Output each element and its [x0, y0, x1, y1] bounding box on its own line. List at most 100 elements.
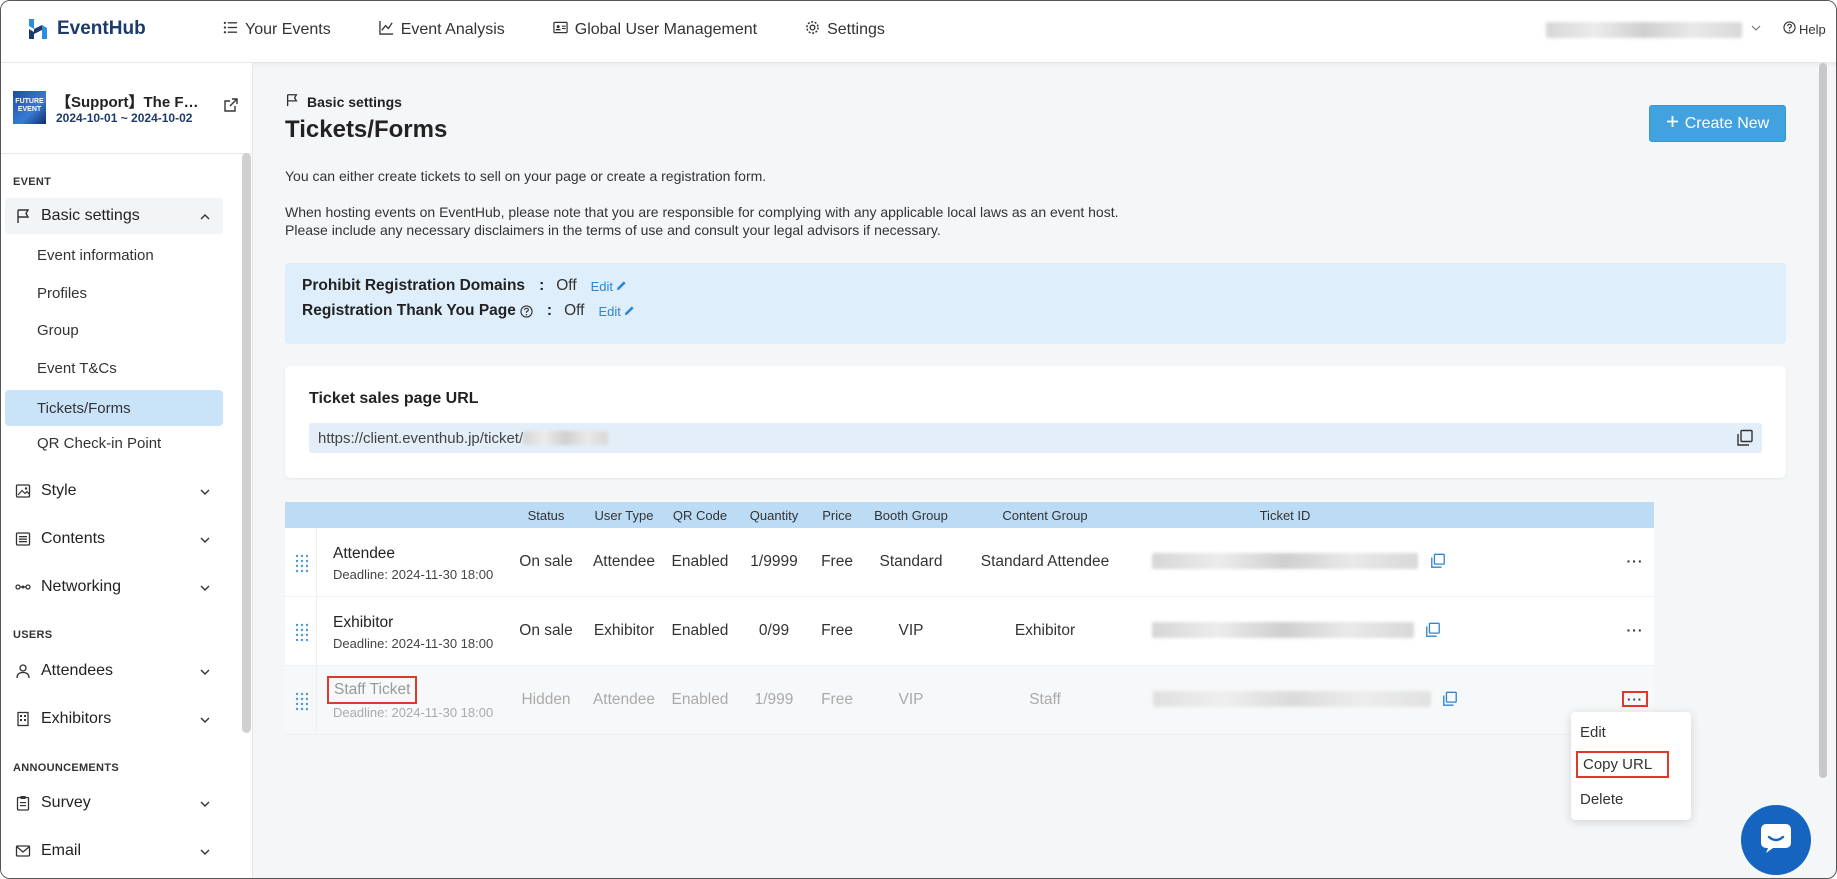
- sidebar-item-survey[interactable]: Survey: [5, 785, 223, 821]
- sidebar-item-contents[interactable]: Contents: [5, 521, 223, 557]
- account-menu[interactable]: [1546, 21, 1762, 39]
- copy-icon[interactable]: [1425, 622, 1441, 643]
- ticket-qr-code: Enabled: [671, 691, 729, 708]
- edit-prohibit-domains-link[interactable]: Edit: [591, 279, 627, 294]
- event-dates: 2024-10-01 ~ 2024-10-02: [56, 111, 193, 125]
- drag-handle-icon[interactable]: [285, 597, 317, 666]
- chat-support-button[interactable]: [1741, 805, 1811, 875]
- table-row[interactable]: Staff Ticket Deadline: 2024-11-30 18:00 …: [285, 666, 1654, 735]
- more-options-button[interactable]: ···: [1622, 691, 1648, 707]
- edit-label: Edit: [598, 303, 621, 319]
- ticket-deadline: Deadline: 2024-11-30 18:00: [333, 705, 494, 720]
- sidebar-item-event-tcs[interactable]: Event T&Cs: [5, 350, 223, 386]
- event-card[interactable]: FUTURE EVENT 【Support】The F… 2024-10-01 …: [13, 87, 243, 127]
- ticket-actions-dropdown: Edit Copy URL Delete: [1571, 712, 1691, 820]
- breadcrumb-label: Basic settings: [307, 93, 402, 110]
- chevron-down-icon: [199, 533, 211, 545]
- question-circle-icon[interactable]: [520, 304, 533, 318]
- dropdown-item-delete[interactable]: Delete: [1580, 791, 1623, 808]
- column-header-content-group: Content Group: [1002, 507, 1088, 523]
- chevron-down-icon: [1750, 21, 1762, 39]
- sidebar-item-profiles[interactable]: Profiles: [5, 275, 223, 311]
- main-scrollbar[interactable]: [1819, 63, 1827, 778]
- ticket-content-group: Exhibitor: [1014, 622, 1076, 639]
- legal-notice-line-2: Please include any necessary disclaimers…: [285, 222, 941, 238]
- ticket-user-type: Attendee: [592, 691, 656, 708]
- help-link[interactable]: Help: [1783, 21, 1826, 37]
- ticket-booth-group: VIP: [898, 622, 924, 639]
- ticket-sales-url-title: Ticket sales page URL: [309, 390, 479, 407]
- table-header: Status User Type QR Code Quantity Price …: [285, 502, 1654, 528]
- question-circle-icon: [1783, 21, 1796, 37]
- more-options-button[interactable]: ···: [1624, 622, 1646, 638]
- event-title: 【Support】The F…: [56, 94, 199, 111]
- nav-settings[interactable]: Settings: [805, 20, 885, 40]
- prohibit-domains-value: Off: [556, 277, 577, 294]
- sidebar-item-attendees[interactable]: Attendees: [5, 653, 223, 689]
- column-header-ticket-id: Ticket ID: [1259, 507, 1311, 523]
- list-icon: [223, 20, 238, 40]
- copy-icon[interactable]: [1442, 691, 1458, 712]
- external-link-icon[interactable]: [223, 97, 239, 113]
- prohibit-domains-row: Prohibit Registration Domains : Off Edit: [302, 277, 627, 295]
- tickets-table: Status User Type QR Code Quantity Price …: [285, 502, 1654, 735]
- clipboard-icon: [15, 795, 31, 811]
- column-header-price: Price: [822, 507, 852, 523]
- app-name: EventHub: [57, 18, 146, 39]
- copy-icon[interactable]: [1736, 429, 1754, 447]
- create-new-label: Create New: [1684, 114, 1770, 132]
- drag-handle-icon[interactable]: [285, 666, 317, 735]
- chevron-down-icon: [199, 845, 211, 857]
- prohibit-domains-label: Prohibit Registration Domains: [302, 277, 526, 294]
- nav-label: Event Analysis: [400, 20, 505, 38]
- dropdown-item-edit[interactable]: Edit: [1580, 724, 1606, 741]
- sidebar-scrollbar[interactable]: [242, 153, 251, 733]
- sidebar-item-email[interactable]: Email: [5, 833, 223, 869]
- more-options-button[interactable]: ···: [1624, 553, 1646, 569]
- nav-global-user-management[interactable]: Global User Management: [553, 20, 757, 40]
- section-users-label: USERS: [13, 629, 53, 641]
- sidebar-item-style[interactable]: Style: [5, 473, 223, 509]
- sidebar-item-tickets-forms[interactable]: Tickets/Forms: [5, 390, 223, 426]
- ticket-id-blurred: [1153, 691, 1431, 707]
- drag-handle-icon[interactable]: [285, 528, 317, 597]
- eventhub-logo-icon: [25, 16, 51, 42]
- sidebar-item-qr-check-in-point[interactable]: QR Check-in Point: [5, 425, 223, 461]
- ticket-name[interactable]: Staff Ticket: [327, 676, 418, 704]
- network-icon: [15, 579, 31, 595]
- ticket-status: Hidden: [521, 691, 571, 708]
- ticket-quantity: 1/9999: [750, 553, 798, 570]
- ticket-name[interactable]: Exhibitor: [333, 614, 493, 632]
- create-new-button[interactable]: Create New: [1649, 105, 1786, 142]
- ticket-qr-code: Enabled: [671, 622, 729, 639]
- nav-label: Settings: [827, 20, 885, 38]
- ticket-sales-url: https://client.eventhub.jp/ticket/: [318, 429, 524, 447]
- sidebar-item-group[interactable]: Group: [5, 312, 223, 348]
- nav-event-analysis[interactable]: Event Analysis: [378, 20, 505, 40]
- sidebar-item-label: Basic settings: [41, 207, 140, 224]
- edit-thank-you-page-link[interactable]: Edit: [598, 304, 634, 319]
- main-nav: Your Events Event Analysis Global User M…: [223, 1, 933, 58]
- nav-your-events[interactable]: Your Events: [223, 20, 331, 40]
- chevron-down-icon: [199, 485, 211, 497]
- chevron-down-icon: [199, 581, 211, 593]
- sidebar-item-networking[interactable]: Networking: [5, 569, 223, 605]
- sidebar-item-event-information[interactable]: Event information: [5, 237, 223, 273]
- sidebar-item-label: Contents: [41, 530, 106, 547]
- ticket-price: Free: [821, 553, 853, 570]
- image-icon: [15, 483, 31, 499]
- table-row[interactable]: Attendee Deadline: 2024-11-30 18:00 On s…: [285, 528, 1654, 597]
- ticket-content-group: Staff: [1029, 691, 1061, 708]
- ticket-booth-group: VIP: [898, 691, 924, 708]
- ticket-name-cell: Exhibitor Deadline: 2024-11-30 18:00: [333, 614, 493, 651]
- sidebar-item-basic-settings[interactable]: Basic settings: [5, 198, 223, 234]
- ticket-name[interactable]: Attendee: [333, 545, 493, 563]
- sidebar-item-exhibitors[interactable]: Exhibitors: [5, 701, 223, 737]
- page-description: You can either create tickets to sell on…: [285, 168, 767, 184]
- app-logo[interactable]: EventHub: [25, 16, 146, 42]
- table-row[interactable]: Exhibitor Deadline: 2024-11-30 18:00 On …: [285, 597, 1654, 666]
- chevron-up-icon: [199, 210, 211, 222]
- dropdown-item-copy-url[interactable]: Copy URL: [1576, 751, 1669, 778]
- ticket-sales-url-field[interactable]: https://client.eventhub.jp/ticket/: [309, 423, 1762, 453]
- copy-icon[interactable]: [1430, 553, 1446, 574]
